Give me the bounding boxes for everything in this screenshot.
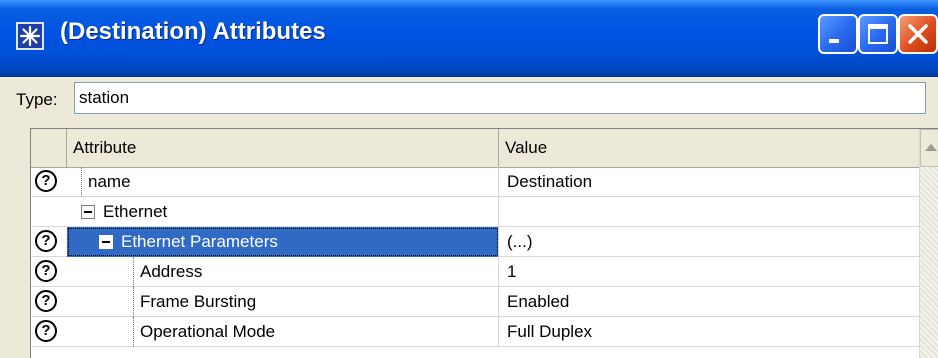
- tree-connector: [133, 317, 134, 347]
- attribute-column-header[interactable]: Attribute: [67, 129, 499, 167]
- attribute-name-cell[interactable]: Frame Bursting: [67, 287, 499, 317]
- collapse-icon[interactable]: [81, 204, 95, 219]
- attribute-value-cell[interactable]: [499, 197, 919, 227]
- close-button[interactable]: [898, 14, 938, 54]
- asterisk-icon[interactable]: [16, 22, 44, 50]
- attribute-name: name: [88, 172, 131, 191]
- attribute-value-cell[interactable]: Enabled: [499, 287, 919, 317]
- question-mark-icon[interactable]: ?: [35, 260, 57, 282]
- attribute-name: Operational Mode: [140, 322, 276, 341]
- attribute-row[interactable]: Ethernet: [31, 197, 919, 227]
- question-mark-icon[interactable]: ?: [35, 320, 57, 342]
- type-label: Type:: [16, 90, 58, 109]
- attributes-grid: Attribute Value ? name Destination Ethernet…: [30, 128, 938, 358]
- attribute-row[interactable]: ? Address 1: [31, 257, 919, 287]
- row-help-cell: ?: [31, 317, 67, 347]
- maximize-button[interactable]: [858, 14, 898, 54]
- title-bar[interactable]: (Destination) Attributes: [0, 0, 938, 77]
- value-column-header[interactable]: Value: [499, 129, 919, 167]
- vertical-scrollbar[interactable]: [919, 129, 938, 358]
- attribute-row[interactable]: ? Frame Bursting Enabled: [31, 287, 919, 317]
- window-title: (Destination) Attributes: [60, 18, 326, 45]
- header-corner: [31, 129, 67, 167]
- attribute-name-cell[interactable]: Address: [67, 257, 499, 287]
- grid-header: Attribute Value: [31, 129, 919, 168]
- attribute-name-cell[interactable]: name: [67, 167, 499, 197]
- attribute-value-cell[interactable]: (...): [499, 227, 919, 257]
- question-mark-icon[interactable]: ?: [35, 230, 57, 252]
- attribute-row[interactable]: ? name Destination: [31, 167, 919, 197]
- attributes-window: (Destination) Attributes Type: Attribute…: [0, 0, 938, 358]
- attribute-name: Ethernet: [103, 202, 168, 221]
- tree-connector: [133, 257, 134, 287]
- attribute-row[interactable]: ? Ethernet Parameters (...): [31, 227, 919, 257]
- row-help-cell: [31, 197, 67, 227]
- attribute-value-cell[interactable]: Destination: [499, 167, 919, 197]
- tree-connector: [81, 167, 82, 197]
- attribute-name: Frame Bursting: [140, 292, 257, 311]
- attribute-name-cell[interactable]: Ethernet Parameters: [67, 227, 499, 257]
- attribute-value-cell[interactable]: 1: [499, 257, 919, 287]
- row-help-cell: ?: [31, 257, 67, 287]
- close-icon: [908, 24, 928, 44]
- collapse-icon[interactable]: [99, 234, 113, 249]
- type-input[interactable]: [74, 82, 926, 114]
- question-mark-icon[interactable]: ?: [35, 290, 57, 312]
- minimize-icon: [829, 39, 839, 43]
- row-help-cell: ?: [31, 287, 67, 317]
- attribute-row[interactable]: ? Operational Mode Full Duplex: [31, 317, 919, 347]
- attribute-value-cell[interactable]: Full Duplex: [499, 317, 919, 347]
- row-help-cell: ?: [31, 167, 67, 197]
- maximize-icon: [868, 24, 888, 44]
- minimize-button[interactable]: [818, 14, 858, 54]
- question-mark-icon[interactable]: ?: [35, 170, 57, 192]
- row-help-cell: ?: [31, 227, 67, 257]
- tree-connector: [133, 287, 134, 317]
- attribute-name-cell[interactable]: Ethernet: [67, 197, 499, 227]
- scroll-up-button[interactable]: [920, 129, 938, 167]
- attribute-name: Address: [140, 262, 203, 281]
- attribute-name: Ethernet Parameters: [121, 232, 278, 251]
- attribute-name-cell[interactable]: Operational Mode: [67, 317, 499, 347]
